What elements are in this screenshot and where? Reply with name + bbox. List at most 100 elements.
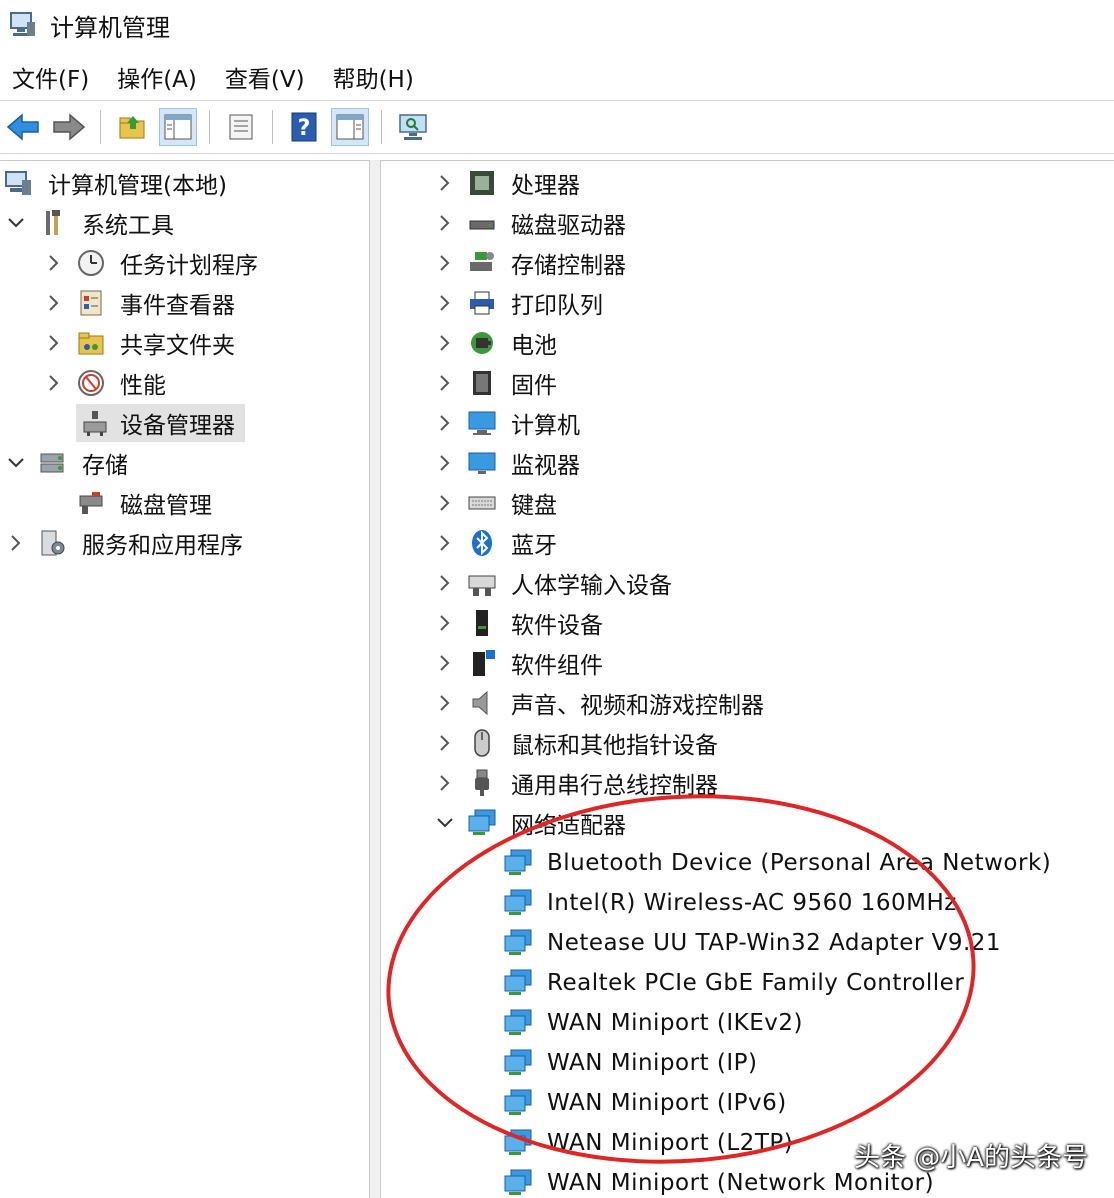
network-adapter-item[interactable]: WAN Miniport (IP) [503,1043,762,1083]
network-adapter-item[interactable]: WAN Miniport (L2TP) [503,1123,797,1163]
network-adapter-item[interactable]: Bluetooth Device (Personal Area Network) [503,843,1055,883]
tree-item-label: 服务和应用程序 [82,533,243,559]
device-category-label: 计算机 [511,413,580,439]
toolbar-separator [381,110,382,144]
chevron-right-icon[interactable] [433,411,457,435]
chevron-right-icon[interactable] [433,251,457,275]
tree-item-shared-folders[interactable]: 共享文件夹 [42,323,239,363]
tree-item-system-tools[interactable]: 系统工具 [4,203,178,243]
software-component-icon [473,650,495,676]
network-adapter-icon [504,889,532,915]
tree-item-storage[interactable]: 存储 [4,443,132,483]
tree-item-disk-management[interactable]: 磁盘管理 [76,483,216,523]
device-category-storage-controllers[interactable]: 存储控制器 [433,243,630,283]
tree-item-root[interactable]: 计算机管理(本地) [4,163,231,203]
forward-button[interactable] [50,108,88,146]
device-category-label: 处理器 [511,173,580,199]
device-category-label: 蓝牙 [511,533,557,559]
device-category-label: 通用串行总线控制器 [511,773,718,799]
chevron-right-icon[interactable] [433,771,457,795]
device-category-bluetooth[interactable]: 蓝牙 [433,523,561,563]
chevron-right-icon[interactable] [433,731,457,755]
chevron-down-icon[interactable] [433,811,457,835]
device-category-hid[interactable]: 人体学输入设备 [433,563,676,603]
tree-item-performance[interactable]: 性能 [42,363,170,403]
selected-highlight: 设备管理器 [76,404,245,442]
pane-splitter[interactable] [370,160,380,1198]
device-category-software-devices[interactable]: 软件设备 [433,603,607,643]
tree-item-device-manager[interactable]: 设备管理器 [76,403,245,443]
device-category-usb[interactable]: 通用串行总线控制器 [433,763,722,803]
chevron-right-icon[interactable] [433,451,457,475]
show-hide-action-pane-button[interactable] [331,108,369,146]
chevron-right-icon[interactable] [433,611,457,635]
chevron-right-icon[interactable] [433,571,457,595]
device-manager-icon [83,411,107,436]
menu-view[interactable]: 查看(V) [213,60,321,94]
chevron-right-icon[interactable] [4,531,28,555]
chevron-down-icon[interactable] [4,211,28,235]
network-adapter-label: WAN Miniport (L2TP) [547,1130,794,1156]
chevron-right-icon[interactable] [42,291,66,315]
device-category-keyboards[interactable]: 键盘 [433,483,561,523]
chevron-right-icon[interactable] [42,331,66,355]
network-adapter-label: Netease UU TAP-Win32 Adapter V9.21 [547,930,1002,956]
chevron-right-icon[interactable] [433,531,457,555]
menu-file[interactable]: 文件(F) [0,60,105,94]
services-icon [41,530,65,556]
chevron-right-icon[interactable] [433,291,457,315]
device-category-batteries[interactable]: 电池 [433,323,561,363]
network-adapter-item[interactable]: WAN Miniport (IPv6) [503,1083,791,1123]
device-category-label: 键盘 [511,493,557,519]
network-adapter-item[interactable]: Realtek PCIe GbE Family Controller [503,963,968,1003]
tree-item-task-scheduler[interactable]: 任务计划程序 [42,243,262,283]
back-button[interactable] [4,108,42,146]
network-adapter-icon [504,1169,532,1195]
device-category-network-adapters[interactable]: 网络适配器 [433,803,630,843]
device-category-processors[interactable]: 处理器 [433,163,584,203]
chevron-right-icon[interactable] [42,371,66,395]
chevron-right-icon[interactable] [433,651,457,675]
toolbar-separator [100,110,101,144]
properties-button[interactable] [222,108,260,146]
device-category-label: 软件组件 [511,653,603,679]
device-category-software-components[interactable]: 软件组件 [433,643,607,683]
device-category-firmware[interactable]: 固件 [433,363,561,403]
menu-help[interactable]: 帮助(H) [321,60,430,94]
network-adapter-label: Intel(R) Wireless-AC 9560 160MHz [547,890,957,916]
chevron-right-icon[interactable] [433,691,457,715]
chevron-right-icon[interactable] [433,211,457,235]
device-category-mice[interactable]: 鼠标和其他指针设备 [433,723,722,763]
storage-controller-icon [470,252,494,271]
tree-item-label: 任务计划程序 [120,253,258,279]
device-category-monitors[interactable]: 监视器 [433,443,584,483]
tree-item-services-apps[interactable]: 服务和应用程序 [4,523,247,563]
device-category-disk-drives[interactable]: 磁盘驱动器 [433,203,630,243]
device-category-sound[interactable]: 声音、视频和游戏控制器 [433,683,768,723]
bluetooth-icon [472,530,492,556]
device-category-label: 软件设备 [511,613,603,639]
network-adapter-item[interactable]: Netease UU TAP-Win32 Adapter V9.21 [503,923,1005,963]
chevron-right-icon[interactable] [433,331,457,355]
device-category-label: 固件 [511,373,557,399]
chevron-right-icon[interactable] [433,371,457,395]
menu-action[interactable]: 操作(A) [105,60,213,94]
network-adapter-icon [468,809,496,835]
tree-item-label: 系统工具 [82,213,174,239]
storage-icon [40,453,64,473]
device-category-label: 监视器 [511,453,580,479]
up-one-level-button[interactable] [113,108,151,146]
scan-hardware-button[interactable] [394,108,432,146]
device-category-print-queues[interactable]: 打印队列 [433,283,607,323]
network-adapter-icon [504,969,532,995]
show-hide-console-tree-button[interactable] [159,108,197,146]
chevron-down-icon[interactable] [4,451,28,475]
tree-item-event-viewer[interactable]: 事件查看器 [42,283,239,323]
help-button[interactable]: ? [285,108,323,146]
network-adapter-item[interactable]: WAN Miniport (IKEv2) [503,1003,807,1043]
chevron-right-icon[interactable] [42,251,66,275]
network-adapter-item[interactable]: Intel(R) Wireless-AC 9560 160MHz [503,883,961,923]
chevron-right-icon[interactable] [433,171,457,195]
chevron-right-icon[interactable] [433,491,457,515]
device-category-computer[interactable]: 计算机 [433,403,584,443]
